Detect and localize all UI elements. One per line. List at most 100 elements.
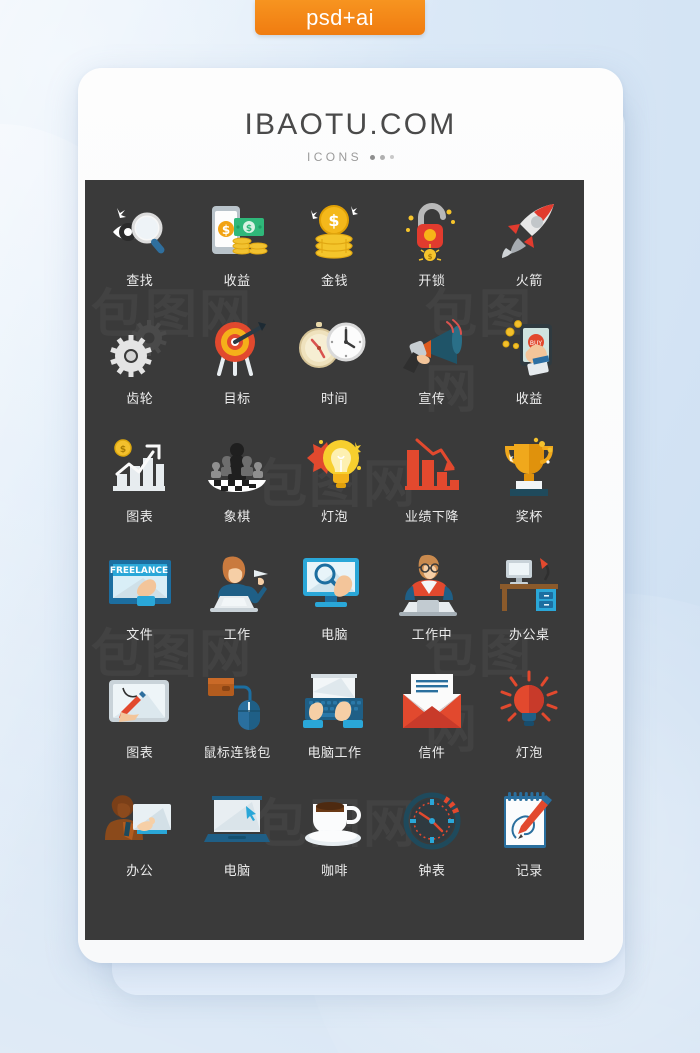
- svg-text:$: $: [246, 224, 252, 234]
- icon-cell[interactable]: $ $ 收益: [188, 198, 285, 316]
- svg-text:$: $: [222, 223, 230, 237]
- coin-stack-icon: $: [297, 198, 371, 264]
- icon-label: 电脑: [223, 864, 251, 879]
- brand-title: IBAOTU.COM: [244, 108, 457, 141]
- icon-label: 目标: [223, 392, 251, 407]
- svg-text:FREELANCE: FREELANCE: [110, 566, 168, 576]
- icon-cell[interactable]: 查找: [91, 198, 188, 316]
- psd-ai-badge: psd+ai: [255, 0, 425, 35]
- icon-grid: 查找 $ $ 收益 $ 金钱 $ 开锁 火箭 齿轮 目标 时间 宣传 BUY 收…: [85, 180, 584, 906]
- woman-laptop-icon: [200, 552, 274, 618]
- icon-label: 工作中: [411, 628, 453, 643]
- bar-chart-up-icon: $: [103, 434, 177, 500]
- icon-cell[interactable]: 工作中: [383, 552, 480, 670]
- icon-cell[interactable]: $ 图表: [91, 434, 188, 552]
- envelope-mail-icon: [395, 670, 469, 736]
- target-dart-icon: [200, 316, 274, 382]
- icon-cell[interactable]: 电脑: [188, 788, 285, 906]
- icon-label: 宣传: [418, 392, 446, 407]
- psd-ai-badge-label: psd+ai: [306, 4, 374, 30]
- icon-cell[interactable]: 象棋: [188, 434, 285, 552]
- icon-cell[interactable]: 记录: [481, 788, 578, 906]
- icon-label: 图表: [126, 510, 154, 525]
- icon-cell[interactable]: 办公: [91, 788, 188, 906]
- icon-label: 奖杯: [515, 510, 543, 525]
- icon-cell[interactable]: 奖杯: [481, 434, 578, 552]
- hands-laptop-icon: [297, 670, 371, 736]
- rocket-icon: [492, 198, 566, 264]
- icon-cell[interactable]: 鼠标连钱包: [188, 670, 285, 788]
- coffee-cup-icon: [297, 788, 371, 854]
- icon-cell[interactable]: 办公桌: [481, 552, 578, 670]
- icon-cell[interactable]: 图表: [91, 670, 188, 788]
- icon-label: 金钱: [320, 274, 348, 289]
- man-presenting-icon: [103, 788, 177, 854]
- subtitle-label: ICONS: [306, 150, 362, 164]
- icon-cell[interactable]: 工作: [188, 552, 285, 670]
- icon-cell[interactable]: 钟表: [383, 788, 480, 906]
- icon-cell[interactable]: 电脑工作: [286, 670, 383, 788]
- icon-cell[interactable]: 时间: [286, 316, 383, 434]
- gears-icon: [103, 316, 177, 382]
- icon-cell[interactable]: 电脑: [286, 552, 383, 670]
- office-desk-icon: [492, 552, 566, 618]
- phone-money-icon: $ $: [200, 198, 274, 264]
- icon-label: 记录: [515, 864, 543, 879]
- icon-label: 钟表: [418, 864, 446, 879]
- icon-cell[interactable]: 信件: [383, 670, 480, 788]
- svg-text:$: $: [329, 211, 340, 230]
- notepad-pen-icon: [492, 788, 566, 854]
- monitor-search-icon: [297, 552, 371, 618]
- icon-cell[interactable]: FREELANCE 文件: [91, 552, 188, 670]
- icon-label: 电脑工作: [307, 746, 362, 761]
- red-bulb-icon: [492, 670, 566, 736]
- trophy-icon: [492, 434, 566, 500]
- icon-label: 办公桌: [509, 628, 550, 643]
- bar-chart-down-icon: [395, 434, 469, 500]
- stopwatch-icon: [395, 788, 469, 854]
- icon-label: 工作: [223, 628, 251, 643]
- icon-label: 开锁: [418, 274, 446, 289]
- icon-label: 鼠标连钱包: [203, 746, 271, 761]
- icon-cell[interactable]: $ 金钱: [286, 198, 383, 316]
- drawing-tablet-icon: [103, 670, 177, 736]
- open-lock-icon: $: [395, 198, 469, 264]
- icon-label: 文件: [126, 628, 154, 643]
- icon-label: 时间: [320, 392, 348, 407]
- icon-label: 电脑: [320, 628, 348, 643]
- card-header: IBAOTU.COM ICONS: [78, 68, 623, 164]
- icon-label: 查找: [126, 274, 154, 289]
- icon-label: 收益: [223, 274, 251, 289]
- icon-label: 图表: [126, 746, 154, 761]
- icon-label: 象棋: [223, 510, 251, 525]
- icon-label: 信件: [418, 746, 446, 761]
- svg-text:$: $: [120, 445, 126, 455]
- screenshot-root: psd+ai IBAOTU.COM ICONS 包图网 包图网 包图网 包图网 …: [0, 0, 700, 1053]
- icon-label: 灯泡: [320, 510, 348, 525]
- icon-cell[interactable]: 业绩下降: [383, 434, 480, 552]
- laptop-cursor-icon: [200, 788, 274, 854]
- tablet-tap-coins-icon: BUY: [492, 316, 566, 382]
- svg-text:$: $: [427, 253, 432, 261]
- icon-panel: 包图网 包图网 包图网 包图网 包图网 包图网 查找 $ $ 收益 $ 金钱 $…: [85, 180, 584, 940]
- chess-icon: [200, 434, 274, 500]
- icon-cell[interactable]: 灯泡: [481, 670, 578, 788]
- icon-label: 业绩下降: [404, 510, 459, 525]
- icon-cell[interactable]: 火箭: [481, 198, 578, 316]
- icon-cell[interactable]: 齿轮: [91, 316, 188, 434]
- icon-cell[interactable]: 目标: [188, 316, 285, 434]
- clocks-icon: [297, 316, 371, 382]
- icon-label: 办公: [126, 864, 154, 879]
- icon-cell[interactable]: 灯泡: [286, 434, 383, 552]
- icon-cell[interactable]: 宣传: [383, 316, 480, 434]
- icon-cell[interactable]: $ 开锁: [383, 198, 480, 316]
- icon-cell[interactable]: 咖啡: [286, 788, 383, 906]
- eye-magnifier-icon: [103, 198, 177, 264]
- icon-label: 火箭: [515, 274, 543, 289]
- icon-cell[interactable]: BUY 收益: [481, 316, 578, 434]
- freelance-screen-icon: FREELANCE: [103, 552, 177, 618]
- icon-label: 咖啡: [320, 864, 348, 879]
- icon-label: 齿轮: [126, 392, 154, 407]
- lightbulb-idea-icon: [297, 434, 371, 500]
- megaphone-icon: [395, 316, 469, 382]
